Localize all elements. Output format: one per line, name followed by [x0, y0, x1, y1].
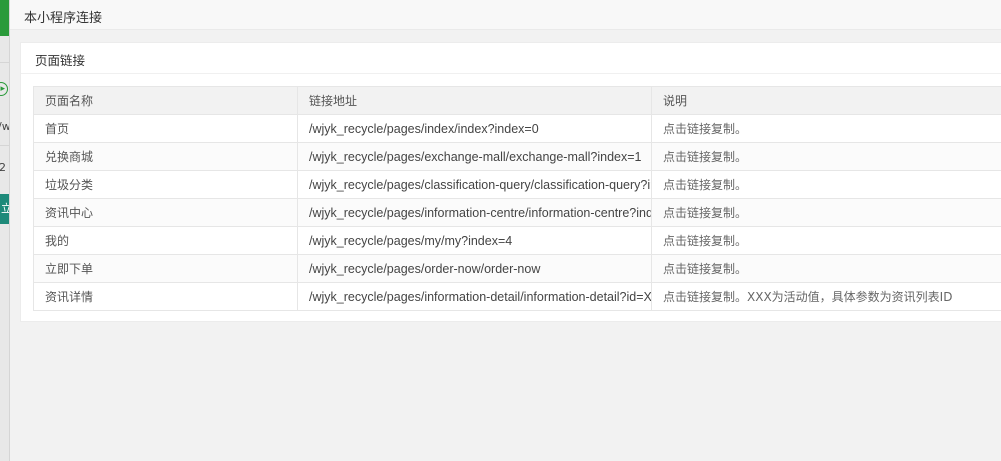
page-links-table: 页面名称 链接地址 说明 首页 /wjyk_recycle/pages/inde…	[33, 86, 1001, 311]
page-name-cell: 立即下单	[33, 254, 298, 283]
mini-program-links-modal: 本小程序连接 页面链接 页面名称 链接地址 说明 首页 /wjyk_recycl…	[10, 0, 1001, 461]
note-cell: 点击链接复制。	[651, 226, 1001, 255]
link-cell[interactable]: /wjyk_recycle/pages/information-centre/i…	[297, 198, 652, 227]
note-cell: 点击链接复制。XXX为活动值，具体参数为资讯列表ID	[651, 282, 1001, 311]
card-header: 页面链接	[21, 43, 1001, 74]
background-app: ▸ /w 2 立	[0, 0, 10, 461]
modal-header: 本小程序连接	[10, 0, 1001, 30]
link-cell[interactable]: /wjyk_recycle/pages/classification-query…	[297, 170, 652, 199]
table-row: 首页 /wjyk_recycle/pages/index/index?index…	[33, 114, 1001, 143]
link-cell[interactable]: /wjyk_recycle/pages/exchange-mall/exchan…	[297, 142, 652, 171]
note-cell: 点击链接复制。	[651, 114, 1001, 143]
background-text-w: /w	[0, 120, 10, 133]
page-name-cell: 兑换商城	[33, 142, 298, 171]
page-name-cell: 资讯详情	[33, 282, 298, 311]
play-circle-icon: ▸	[0, 82, 8, 96]
table-row: 我的 /wjyk_recycle/pages/my/my?index=4 点击链…	[33, 226, 1001, 255]
table-row: 资讯详情 /wjyk_recycle/pages/information-det…	[33, 282, 1001, 311]
table-row: 立即下单 /wjyk_recycle/pages/order-now/order…	[33, 254, 1001, 283]
background-divider	[0, 145, 9, 146]
link-cell[interactable]: /wjyk_recycle/pages/index/index?index=0	[297, 114, 652, 143]
table-row: 兑换商城 /wjyk_recycle/pages/exchange-mall/e…	[33, 142, 1001, 171]
table-header-row: 页面名称 链接地址 说明	[33, 86, 1001, 115]
link-cell[interactable]: /wjyk_recycle/pages/my/my?index=4	[297, 226, 652, 255]
page-name-cell: 首页	[33, 114, 298, 143]
column-header-note: 说明	[651, 86, 1001, 115]
page-name-cell: 资讯中心	[33, 198, 298, 227]
table-row: 垃圾分类 /wjyk_recycle/pages/classification-…	[33, 170, 1001, 199]
note-cell: 点击链接复制。	[651, 170, 1001, 199]
background-teal-button[interactable]: 立	[0, 194, 9, 224]
column-header-link: 链接地址	[297, 86, 652, 115]
modal-title: 本小程序连接	[24, 11, 103, 26]
link-cell[interactable]: /wjyk_recycle/pages/order-now/order-now	[297, 254, 652, 283]
card-title: 页面链接	[35, 53, 86, 68]
page-links-card: 页面链接 页面名称 链接地址 说明 首页 /wjyk_recycle/pages…	[20, 42, 1001, 322]
page-name-cell: 我的	[33, 226, 298, 255]
background-text-2: 2	[0, 161, 6, 174]
background-app-logo-bar	[0, 0, 9, 36]
link-cell[interactable]: /wjyk_recycle/pages/information-detail/i…	[297, 282, 652, 311]
table-row: 资讯中心 /wjyk_recycle/pages/information-cen…	[33, 198, 1001, 227]
column-header-page-name: 页面名称	[33, 86, 298, 115]
background-divider	[0, 62, 9, 63]
note-cell: 点击链接复制。	[651, 198, 1001, 227]
note-cell: 点击链接复制。	[651, 254, 1001, 283]
note-cell: 点击链接复制。	[651, 142, 1001, 171]
page-name-cell: 垃圾分类	[33, 170, 298, 199]
